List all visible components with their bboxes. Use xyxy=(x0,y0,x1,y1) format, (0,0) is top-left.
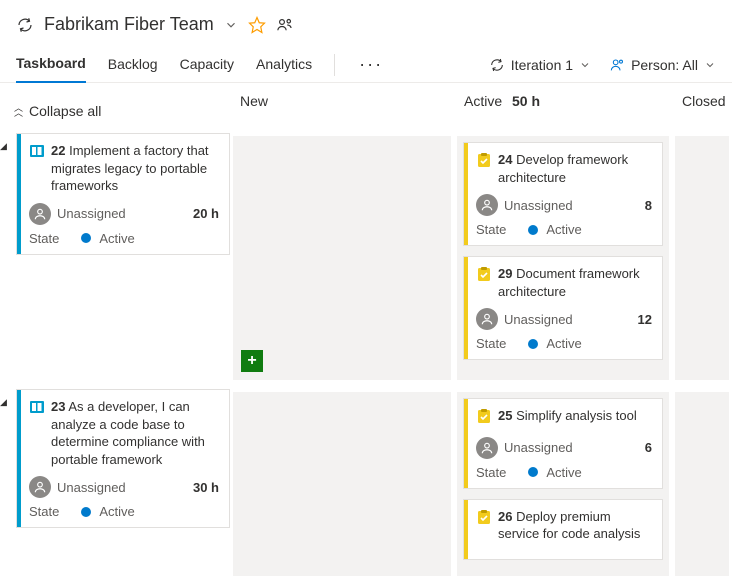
cell-active[interactable]: 24 Develop framework architecture Unassi… xyxy=(457,136,669,380)
recycle-icon xyxy=(489,57,505,73)
state-dot-icon xyxy=(81,507,91,517)
tab-backlog[interactable]: Backlog xyxy=(108,48,158,82)
work-item-title: Simplify analysis tool xyxy=(516,408,637,423)
state-field-label: State xyxy=(476,336,506,351)
team-name[interactable]: Fabrikam Fiber Team xyxy=(44,14,214,35)
cell-closed[interactable] xyxy=(675,392,729,576)
state-field-label: State xyxy=(29,231,59,246)
work-item-id: 29 xyxy=(498,266,512,281)
board-row: ◢ 22 Implement a factory that migrates l… xyxy=(0,133,732,383)
card-hours: 20 h xyxy=(193,206,219,221)
task-icon xyxy=(476,266,492,300)
task-card[interactable]: 25 Simplify analysis tool Unassigned 6 S… xyxy=(463,398,663,489)
assignee-label[interactable]: Unassigned xyxy=(504,312,573,327)
collapse-all-button[interactable]: ︿︿ Collapse all xyxy=(0,93,230,125)
tab-capacity[interactable]: Capacity xyxy=(180,48,234,82)
task-card[interactable]: 29 Document framework architecture Unass… xyxy=(463,256,663,360)
task-icon xyxy=(476,509,492,543)
state-value[interactable]: Active xyxy=(99,504,134,519)
state-dot-icon xyxy=(528,467,538,477)
cell-new[interactable] xyxy=(233,392,451,576)
state-field-label: State xyxy=(476,465,506,480)
state-value[interactable]: Active xyxy=(546,336,581,351)
person-filter[interactable]: Person: All xyxy=(609,57,716,73)
task-card[interactable]: 24 Develop framework architecture Unassi… xyxy=(463,142,663,246)
chevron-down-icon xyxy=(579,59,591,71)
chevron-down-icon xyxy=(704,59,716,71)
row-backlog-cell: ◢ 22 Implement a factory that migrates l… xyxy=(0,133,230,383)
unassigned-avatar-icon xyxy=(476,308,498,330)
assignee-label[interactable]: Unassigned xyxy=(504,440,573,455)
tab-taskboard[interactable]: Taskboard xyxy=(16,47,86,83)
page-header: Fabrikam Fiber Team xyxy=(0,0,732,47)
work-item-id: 25 xyxy=(498,408,512,423)
tab-separator xyxy=(334,54,335,76)
cell-closed[interactable] xyxy=(675,136,729,380)
row-collapse-caret[interactable]: ◢ xyxy=(0,389,10,538)
backlog-card[interactable]: 22 Implement a factory that migrates leg… xyxy=(16,133,230,255)
iteration-picker[interactable]: Iteration 1 xyxy=(489,57,591,73)
card-hours: 12 xyxy=(638,312,652,327)
unassigned-avatar-icon xyxy=(29,476,51,498)
state-value[interactable]: Active xyxy=(546,465,581,480)
collapse-all-label: Collapse all xyxy=(29,103,101,119)
column-header-new[interactable]: New xyxy=(230,93,454,125)
board-row: ◢ 23 As a developer, I can analyze a cod… xyxy=(0,389,732,579)
pbi-icon xyxy=(29,399,45,468)
task-icon xyxy=(476,408,492,429)
column-headers-row: ︿︿ Collapse all New Active 50 h Closed xyxy=(0,83,732,133)
taskboard: ︿︿ Collapse all New Active 50 h Closed ◢ xyxy=(0,83,732,533)
state-value[interactable]: Active xyxy=(99,231,134,246)
work-item-id: 22 xyxy=(51,143,65,158)
unassigned-avatar-icon xyxy=(476,194,498,216)
view-tabs: Taskboard Backlog Capacity Analytics ···… xyxy=(0,47,732,83)
work-item-id: 24 xyxy=(498,152,512,167)
state-dot-icon xyxy=(528,339,538,349)
column-active-hours: 50 h xyxy=(512,93,540,109)
work-item-id: 23 xyxy=(51,399,65,414)
unassigned-avatar-icon xyxy=(29,203,51,225)
team-members-icon[interactable] xyxy=(276,16,294,34)
star-icon[interactable] xyxy=(248,16,266,34)
more-menu-icon[interactable]: ··· xyxy=(357,54,385,75)
unassigned-avatar-icon xyxy=(476,437,498,459)
card-hours: 30 h xyxy=(193,480,219,495)
work-item-title: As a developer, I can analyze a code bas… xyxy=(51,399,205,467)
work-item-id: 26 xyxy=(498,509,512,524)
chevron-down-icon[interactable] xyxy=(224,18,238,32)
recycle-icon xyxy=(16,16,34,34)
state-field-label: State xyxy=(476,222,506,237)
work-item-title: Document framework architecture xyxy=(498,266,640,299)
cell-active[interactable]: 25 Simplify analysis tool Unassigned 6 S… xyxy=(457,392,669,576)
work-item-title: Implement a factory that migrates legacy… xyxy=(51,143,209,193)
backlog-card[interactable]: 23 As a developer, I can analyze a code … xyxy=(16,389,230,528)
row-collapse-caret[interactable]: ◢ xyxy=(0,133,10,265)
card-hours: 8 xyxy=(645,198,652,213)
state-dot-icon xyxy=(528,225,538,235)
tab-analytics[interactable]: Analytics xyxy=(256,48,312,82)
row-backlog-cell: ◢ 23 As a developer, I can analyze a cod… xyxy=(0,389,230,579)
iteration-label: Iteration 1 xyxy=(511,57,573,73)
assignee-label[interactable]: Unassigned xyxy=(57,206,126,221)
cell-new[interactable]: + xyxy=(233,136,451,380)
work-item-title: Deploy premium service for code analysis xyxy=(498,509,640,542)
state-dot-icon xyxy=(81,233,91,243)
task-icon xyxy=(476,152,492,186)
column-header-closed[interactable]: Closed xyxy=(672,93,726,125)
assignee-label[interactable]: Unassigned xyxy=(504,198,573,213)
assignee-label[interactable]: Unassigned xyxy=(57,480,126,495)
state-value[interactable]: Active xyxy=(546,222,581,237)
column-header-active[interactable]: Active 50 h xyxy=(454,93,672,125)
person-filter-label: Person: All xyxy=(631,57,698,73)
task-card[interactable]: 26 Deploy premium service for code analy… xyxy=(463,499,663,560)
pbi-icon xyxy=(29,143,45,195)
collapse-icon: ︿︿ xyxy=(14,106,23,116)
card-hours: 6 xyxy=(645,440,652,455)
state-field-label: State xyxy=(29,504,59,519)
person-icon xyxy=(609,57,625,73)
add-task-button[interactable]: + xyxy=(241,350,263,372)
work-item-title: Develop framework architecture xyxy=(498,152,628,185)
